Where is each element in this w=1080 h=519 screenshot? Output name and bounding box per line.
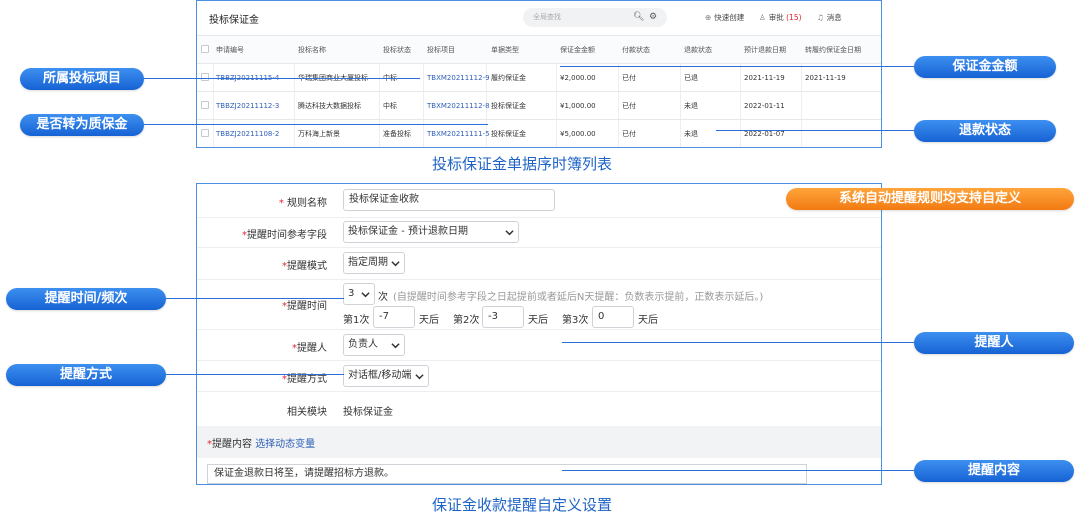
rule-name-label: * 规则名称: [278, 198, 327, 209]
table-cell: 2021-11-19: [805, 74, 846, 82]
chevron-down-icon: [415, 374, 424, 380]
gear-icon[interactable]: ⚙: [649, 8, 657, 27]
times-hint: (自提醒时间参考字段之日起提前或者延后N天提醒：负数表示提前，正数表示延后。): [393, 292, 764, 303]
table-cell: 已付: [622, 102, 636, 110]
chevron-down-icon: [391, 343, 400, 349]
messages-button[interactable]: ♫ 消息: [817, 12, 842, 23]
person-select[interactable]: 负责人: [343, 334, 405, 356]
table-cell: 已付: [622, 130, 636, 138]
table-cell: 已付: [622, 74, 636, 82]
row-checkbox[interactable]: [201, 101, 209, 109]
callout-refund-status: 退款状态: [914, 120, 1056, 142]
table-row[interactable]: TBBZJ20211112-3 腾达科技大数据投标 中标 TBXM20211112-8…: [197, 91, 881, 119]
table-cell: 腾达科技大数据投标: [298, 102, 361, 110]
column-header: 付款状态: [622, 46, 650, 54]
content-label: *提醒内容 选择动态变量: [207, 439, 316, 450]
schedule-3-label: 第3次: [562, 315, 589, 326]
select-variable-link[interactable]: 选择动态变量: [255, 439, 315, 450]
table-cell: 未退: [684, 102, 698, 110]
schedule-3-input[interactable]: 0: [592, 306, 634, 328]
column-header: 单据类型: [491, 46, 519, 54]
list-header: 投标保证金 全局查找 🔍︎ ⚙ ⊕ 快速创建 ♙ 审批 (15) ♫ 消息: [197, 1, 881, 35]
mode-select[interactable]: 指定周期: [343, 252, 405, 274]
table-cell: 履约保证金: [491, 74, 526, 82]
ref-field-select[interactable]: 投标保证金 - 预计退款日期: [343, 221, 519, 243]
list-title: 投标保证金: [209, 15, 259, 26]
callout-time-frequency: 提醒时间/频次: [6, 288, 166, 310]
column-header: 投标名称: [298, 46, 326, 54]
column-header: 投标项目: [427, 46, 455, 54]
table-cell: 2022-01-07: [744, 130, 785, 138]
deposit-list-window: 投标保证金 全局查找 🔍︎ ⚙ ⊕ 快速创建 ♙ 审批 (15) ♫ 消息 申请编号投…: [196, 0, 882, 148]
content-header-bar: *提醒内容 选择动态变量: [197, 426, 881, 458]
column-header: 退款状态: [684, 46, 712, 54]
approval-count: (15): [786, 13, 802, 22]
column-header: 保证金金额: [560, 46, 595, 54]
chevron-down-icon: [361, 292, 370, 298]
table-cell: 投标保证金: [491, 102, 526, 110]
mode-label: *提醒模式: [282, 261, 327, 272]
row-checkbox[interactable]: [201, 129, 209, 137]
bell-icon: ♫: [817, 13, 824, 22]
column-header: 申请编号: [216, 46, 244, 54]
table-cell: 2021-11-19: [744, 74, 785, 82]
table-cell[interactable]: TBXM20211112-9: [427, 64, 490, 92]
form-caption: 保证金收款提醒自定义设置: [432, 496, 613, 514]
table-cell: 中标: [383, 102, 397, 110]
stamp-icon: ♙: [759, 13, 766, 22]
callout-custom-rules: 系统自动提醒规则均支持自定义: [786, 188, 1074, 210]
table-cell[interactable]: TBBZJ20211112-3: [216, 92, 279, 120]
time-label: *提醒时间: [282, 301, 327, 312]
table-cell: ¥2,000.00: [560, 74, 596, 82]
callout-quality-deposit: 是否转为质保金: [20, 114, 144, 136]
person-label: *提醒人: [292, 343, 327, 354]
reminder-content-textarea[interactable]: 保证金退款日将至，请提醒招标方退款。: [207, 464, 807, 484]
chevron-down-icon: [505, 230, 514, 236]
times-unit: 次: [378, 292, 388, 303]
list-caption: 投标保证金单据序时簿列表: [432, 155, 613, 173]
method-label: *提醒方式: [282, 374, 327, 385]
quick-create-button[interactable]: ⊕ 快速创建: [705, 12, 744, 23]
method-select[interactable]: 对话框/移动端: [343, 365, 429, 387]
callout-reminder-content: 提醒内容: [914, 460, 1074, 482]
column-header: 预计退款日期: [744, 46, 786, 54]
global-search-input[interactable]: 全局查找 🔍︎ ⚙: [523, 8, 667, 27]
column-header: 投标状态: [383, 46, 411, 54]
times-select[interactable]: 3: [343, 283, 375, 305]
table-cell: ¥5,000.00: [560, 130, 596, 138]
callout-reminder-person: 提醒人: [914, 332, 1074, 354]
chevron-down-icon: [391, 261, 400, 267]
search-placeholder: 全局查找: [533, 13, 561, 21]
schedule-2-label: 第2次: [453, 315, 480, 326]
module-label: 相关模块: [287, 407, 327, 418]
search-icon[interactable]: 🔍︎: [633, 8, 644, 27]
callout-reminder-method: 提醒方式: [6, 364, 166, 386]
schedule-1-label: 第1次: [343, 315, 370, 326]
column-header: 转履约保证金日期: [805, 46, 861, 54]
rule-name-input[interactable]: 投标保证金收款: [343, 189, 555, 211]
schedule-1-input[interactable]: -7: [373, 306, 415, 328]
module-value: 投标保证金: [343, 407, 393, 418]
table-cell[interactable]: TBXM20211112-8: [427, 92, 490, 120]
table-row[interactable]: TBBZJ20211115-4 华瑞集团商业大厦投标 中标 TBXM20211112-…: [197, 63, 881, 91]
schedule-1-unit: 天后: [419, 315, 439, 326]
schedule-3-unit: 天后: [638, 315, 658, 326]
callout-amount: 保证金金额: [914, 56, 1056, 78]
schedule-2-input[interactable]: -3: [482, 306, 524, 328]
table-cell: 投标保证金: [491, 130, 526, 138]
plus-circle-icon: ⊕: [705, 13, 712, 22]
table-cell: ¥1,000.00: [560, 102, 596, 110]
table-header-row: 申请编号 投标名称 投标状态 投标项目 单据类型 保证金金额 付款状态 退款状态 预计退款日期 转…: [197, 35, 881, 63]
row-checkbox[interactable]: [201, 73, 209, 81]
reminder-rule-form: * 规则名称 投标保证金收款 *提醒时间参考字段 投标保证金 - 预计退款日期 …: [196, 183, 882, 485]
table-cell: 已退: [684, 74, 698, 82]
ref-field-label: *提醒时间参考字段: [242, 230, 327, 241]
callout-project: 所属投标项目: [20, 68, 144, 90]
select-all-checkbox[interactable]: [201, 45, 209, 53]
approval-button[interactable]: ♙ 审批 (15): [759, 12, 802, 23]
table-cell: 2022-01-11: [744, 102, 785, 110]
schedule-2-unit: 天后: [528, 315, 548, 326]
table-cell: 未退: [684, 130, 698, 138]
